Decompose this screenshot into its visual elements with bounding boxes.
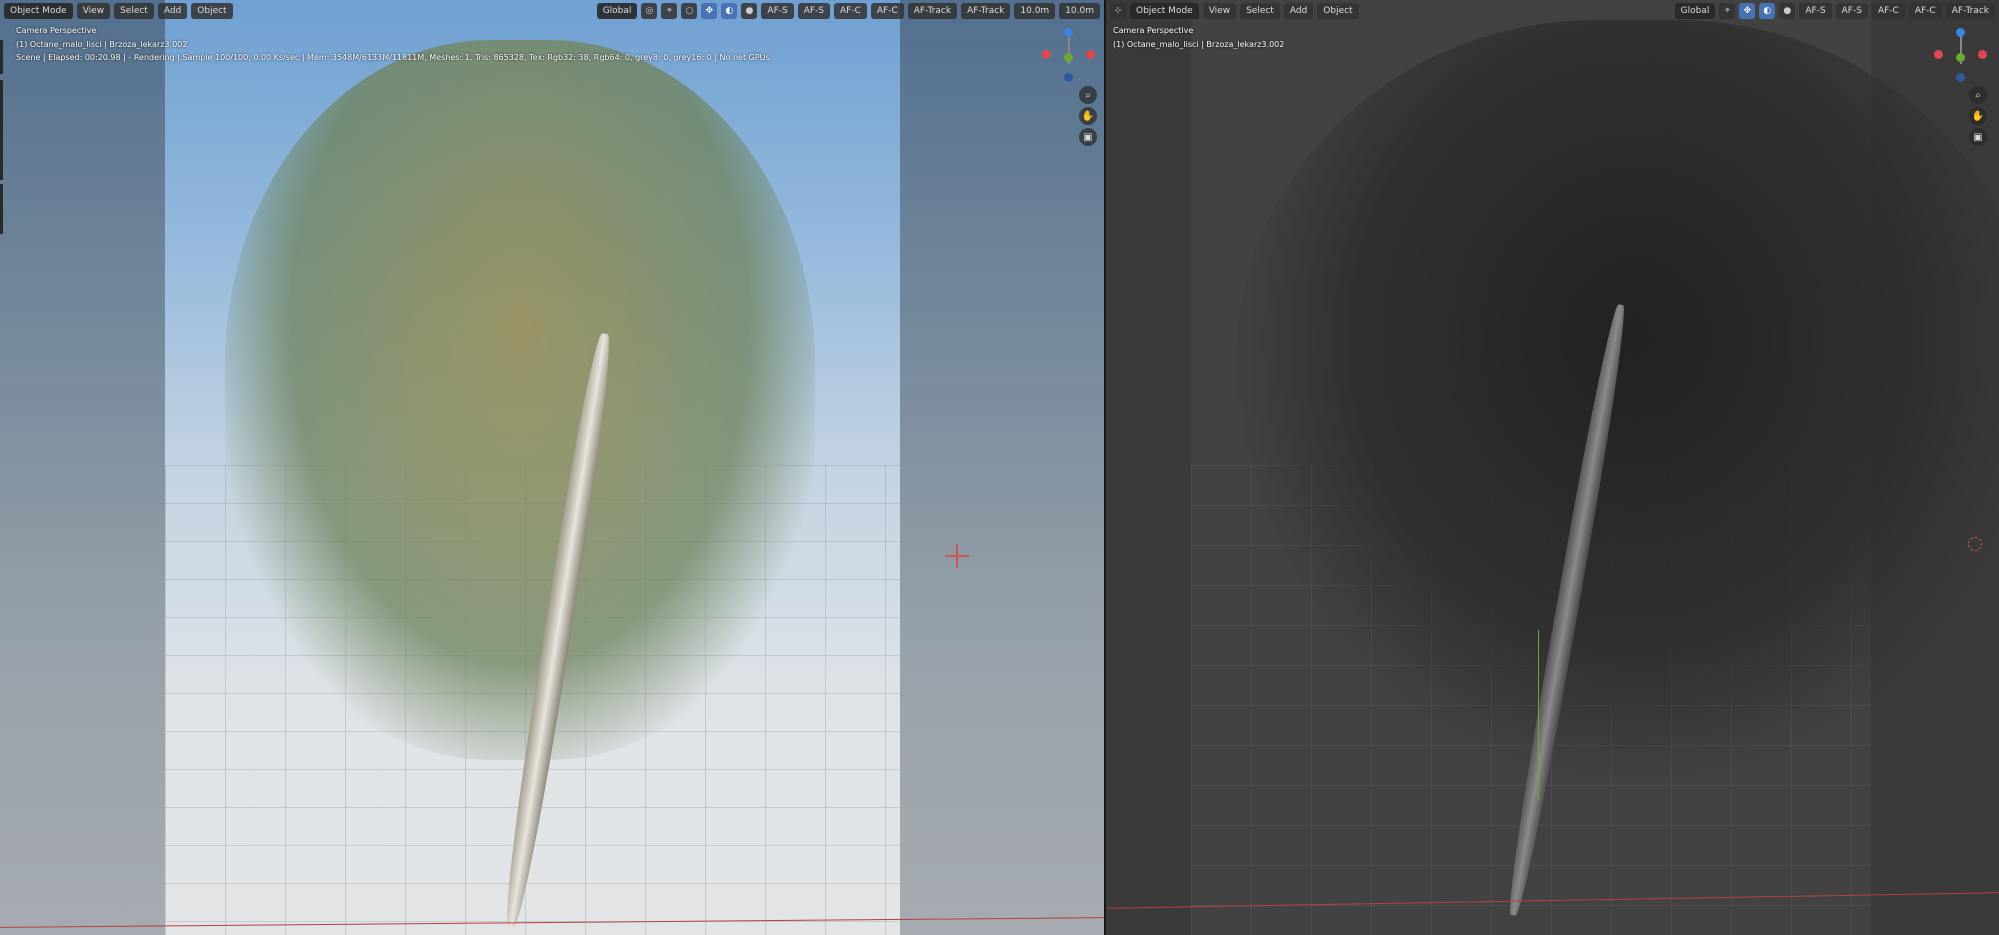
- cam-button[interactable]: AF-Track: [907, 3, 958, 19]
- camera-passepartout-left: [0, 0, 165, 935]
- overlay-toggle-icon[interactable]: ◐: [1759, 3, 1776, 19]
- zoom-icon[interactable]: ⌕: [1969, 86, 1987, 104]
- x-axis-neg-icon[interactable]: [1934, 50, 1943, 59]
- menu-select[interactable]: Select: [1240, 3, 1280, 19]
- cam-button[interactable]: AF-C: [870, 3, 904, 19]
- z-axis-neg-icon[interactable]: [1064, 73, 1073, 82]
- transform-orientation[interactable]: Global: [1674, 3, 1716, 19]
- y-axis-icon[interactable]: [1956, 53, 1965, 62]
- z-axis-neg-icon[interactable]: [1956, 73, 1965, 82]
- y-axis-line: [1538, 630, 1539, 800]
- z-axis-icon[interactable]: [1064, 28, 1073, 37]
- tree-canopy: [225, 40, 815, 760]
- viewport-header: Object Mode View Select Add Object Globa…: [0, 0, 1104, 22]
- view-label: Camera Perspective: [16, 26, 97, 35]
- cam-button[interactable]: AF-S: [1799, 3, 1832, 19]
- menu-object[interactable]: Object: [1317, 3, 1359, 19]
- mode-select[interactable]: Object Mode: [1130, 3, 1199, 19]
- cam-button[interactable]: AF-C: [1871, 3, 1905, 19]
- z-axis-icon[interactable]: [1956, 28, 1965, 37]
- navigation-gizmo[interactable]: [1932, 26, 1992, 86]
- object-label: (1) Octane_malo_lisci | Brzoza_lekarz3.0…: [1113, 40, 1285, 49]
- viewport-header: ⊹ Object Mode View Select Add Object Glo…: [1106, 0, 1999, 22]
- x-axis-neg-icon[interactable]: [1042, 50, 1051, 59]
- gizmo-toggle-icon[interactable]: ✥: [1739, 3, 1756, 19]
- y-axis-icon[interactable]: [1064, 53, 1073, 62]
- toolbar-stub[interactable]: [0, 40, 3, 74]
- viewport-shading-icon[interactable]: ●: [741, 3, 758, 19]
- x-axis-icon[interactable]: [1086, 50, 1095, 59]
- mode-select[interactable]: Object Mode: [4, 3, 73, 19]
- view-label: Camera Perspective: [1113, 26, 1194, 35]
- transform-orientation[interactable]: Global: [596, 3, 638, 19]
- render-stats: Scene | Elapsed: 00:20.98 | - Rendering …: [16, 53, 770, 62]
- gizmo-toggle-icon[interactable]: ✥: [701, 3, 718, 19]
- viewport-left[interactable]: Object Mode View Select Add Object Globa…: [0, 0, 1104, 935]
- cam-button[interactable]: AF-Track: [1945, 3, 1995, 19]
- cursor-3d-icon: [945, 544, 969, 568]
- proportional-edit-icon[interactable]: ○: [681, 3, 698, 19]
- object-label: (1) Octane_malo_lisci | Brzoza_lekarz3.0…: [16, 40, 188, 49]
- navigation-gizmo[interactable]: [1040, 26, 1100, 86]
- cursor-3d-icon: [1968, 537, 1982, 551]
- clip-value[interactable]: 10.0m: [1059, 3, 1100, 19]
- menu-add[interactable]: Add: [157, 3, 188, 19]
- cam-button[interactable]: AF-S: [761, 3, 794, 19]
- hand-icon[interactable]: ✋: [1969, 107, 1987, 125]
- cam-button[interactable]: AF-S: [797, 3, 830, 19]
- cam-button[interactable]: AF-C: [834, 3, 867, 19]
- menu-view[interactable]: View: [76, 3, 111, 19]
- camera-passepartout-right: [900, 0, 1104, 935]
- menu-view[interactable]: View: [1202, 3, 1237, 19]
- x-axis-icon[interactable]: [1978, 50, 1987, 59]
- menu-object[interactable]: Object: [191, 3, 233, 19]
- tree-canopy: [1236, 20, 1999, 780]
- clip-value[interactable]: 10.0m: [1014, 3, 1056, 19]
- snap-icon[interactable]: ⌖: [661, 3, 678, 19]
- camera-icon[interactable]: ▣: [1969, 128, 1987, 146]
- cam-button[interactable]: AF-Track: [961, 3, 1011, 19]
- zoom-icon[interactable]: ⌕: [1079, 86, 1097, 104]
- toolbar-stub[interactable]: [0, 184, 3, 234]
- pivot-icon[interactable]: ◎: [641, 3, 658, 19]
- viewport-right[interactable]: ⊹ Object Mode View Select Add Object Glo…: [1106, 0, 1999, 935]
- cam-button[interactable]: AF-S: [1835, 3, 1868, 19]
- overlay-toggle-icon[interactable]: ◐: [721, 3, 738, 19]
- camera-icon[interactable]: ▣: [1079, 128, 1097, 146]
- viewport-shading-icon[interactable]: ●: [1779, 3, 1796, 19]
- hand-icon[interactable]: ✋: [1079, 107, 1097, 125]
- cam-button[interactable]: AF-C: [1908, 3, 1942, 19]
- editor-type-icon[interactable]: ⊹: [1110, 3, 1126, 19]
- menu-add[interactable]: Add: [1283, 3, 1314, 19]
- toolbar-stub[interactable]: [0, 80, 3, 180]
- render-preview: [165, 0, 900, 935]
- snap-icon[interactable]: ⌖: [1719, 3, 1736, 19]
- menu-select[interactable]: Select: [114, 3, 154, 19]
